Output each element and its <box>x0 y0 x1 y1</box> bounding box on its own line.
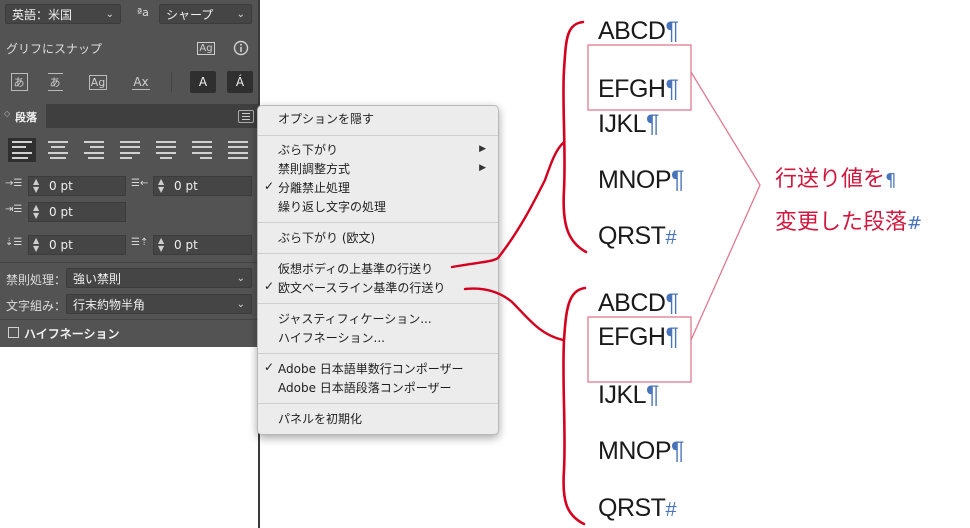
annotation-strokes <box>450 20 761 526</box>
sample-line: IJKL¶ <box>598 381 659 410</box>
annotation-line-1: 行送り値を¶ <box>775 161 896 193</box>
sample-text: EFGH <box>598 323 666 351</box>
sample-text: EFGH <box>598 75 666 103</box>
pilcrow-icon: ¶ <box>671 166 684 194</box>
sample-line: EFGH¶ <box>598 75 679 104</box>
top-brace <box>562 20 588 254</box>
sample-text: MNOP <box>598 166 672 194</box>
sample-line: ABCD¶ <box>598 289 679 318</box>
sample-text: ABCD <box>598 289 666 317</box>
sample-line: ABCD¶ <box>598 17 679 46</box>
pilcrow-icon: ¶ <box>671 437 684 465</box>
connector-bottom <box>463 287 565 342</box>
connector-top <box>450 141 565 269</box>
sample-line: QRST# <box>598 222 677 251</box>
pilcrow-icon: ¶ <box>665 75 679 103</box>
pointer-lines <box>690 71 761 341</box>
end-mark-icon: # <box>665 499 677 521</box>
sample-text: MNOP <box>598 437 672 465</box>
pilcrow-icon: ¶ <box>665 323 679 351</box>
annotation-line-2: 変更した段落# <box>775 204 922 236</box>
sample-text: QRST <box>598 222 666 250</box>
sample-line: MNOP¶ <box>598 437 684 466</box>
sample-text: IJKL <box>598 110 647 138</box>
pilcrow-icon: ¶ <box>646 110 659 138</box>
pilcrow-icon: ¶ <box>665 17 679 45</box>
bottom-brace <box>562 286 587 526</box>
annotation-text: 変更した段落 <box>775 210 908 235</box>
pilcrow-icon: ¶ <box>646 381 659 409</box>
sample-line: MNOP¶ <box>598 166 684 195</box>
pilcrow-icon: ¶ <box>885 170 897 191</box>
sample-line: QRST# <box>598 494 677 523</box>
end-mark-icon: # <box>907 213 923 234</box>
sample-line: EFGH¶ <box>598 323 679 352</box>
end-mark-icon: # <box>665 227 677 249</box>
annotation-text: 行送り値を <box>775 167 886 192</box>
sample-text: QRST <box>598 494 666 522</box>
sample-line: IJKL¶ <box>598 110 659 139</box>
pilcrow-icon: ¶ <box>665 289 679 317</box>
sample-text: IJKL <box>598 381 647 409</box>
sample-text: ABCD <box>598 17 666 45</box>
